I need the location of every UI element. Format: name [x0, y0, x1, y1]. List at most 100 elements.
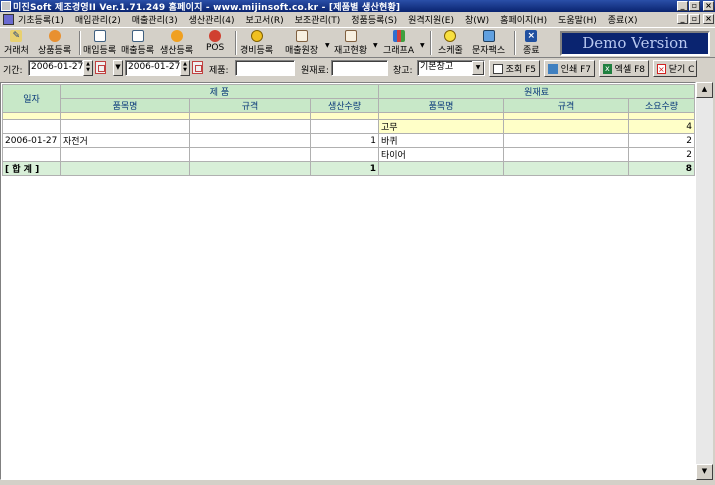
vertical-scrollbar[interactable]: ▲ ▼	[696, 82, 713, 480]
toolbar-separator	[79, 31, 81, 55]
window-controls: _ ▫ ×	[677, 1, 714, 11]
close-icon: ×	[525, 30, 538, 42]
chevron-down-icon[interactable]: ▼	[420, 42, 425, 49]
production-icon	[170, 30, 183, 42]
app-icon	[1, 1, 11, 11]
date-to-spinner[interactable]: ▲ ▼	[180, 60, 190, 76]
document-icon	[131, 30, 144, 42]
purchase-button[interactable]: 매입등록	[83, 30, 116, 56]
warehouse-label: 창고:	[393, 66, 413, 76]
child-minimize-icon[interactable]: _	[677, 14, 688, 24]
expense-button[interactable]: 경비등록	[240, 30, 273, 56]
box-icon	[48, 30, 61, 42]
excel-button[interactable]: x 엑셀 F8	[599, 60, 649, 77]
document-window-icon[interactable]	[3, 13, 14, 25]
cell-material-name: 바퀴	[378, 133, 504, 148]
period-dropdown-icon[interactable]: ▼	[113, 60, 123, 76]
child-window-controls: _ ▫ ×	[677, 14, 714, 24]
date-to-field[interactable]: 2006-01-27	[125, 60, 180, 76]
coin-icon	[250, 30, 263, 42]
calendar-icon[interactable]	[192, 61, 203, 74]
production-grid[interactable]: 일자 제 품 원재료 품목명 규격 생산수량 품목명 규격 소요수량 고무 4 …	[0, 82, 696, 480]
table-row[interactable]	[2, 112, 695, 120]
scroll-down-icon[interactable]: ▼	[696, 464, 713, 480]
table-row[interactable]: 2006-01-27 자전거 1 바퀴 2	[2, 133, 695, 148]
toolbar-separator	[235, 31, 237, 55]
menu-remote[interactable]: 원격지원(E)	[408, 13, 454, 26]
col-header-product-name[interactable]: 품목명	[60, 98, 190, 113]
toolbar-separator	[514, 31, 516, 55]
col-header-material-spec[interactable]: 규격	[503, 98, 629, 113]
menu-report[interactable]: 보고서(R)	[246, 13, 284, 26]
child-restore-icon[interactable]: ▫	[689, 14, 700, 24]
scroll-up-icon[interactable]: ▲	[696, 82, 713, 98]
restore-icon[interactable]: ▫	[689, 1, 700, 11]
schedule-button[interactable]: 스케줄	[438, 30, 463, 56]
col-header-material-name[interactable]: 품목명	[378, 98, 504, 113]
menu-help[interactable]: 도움말(H)	[558, 13, 597, 26]
table-row[interactable]: 고무 4	[2, 119, 695, 134]
cell-date	[2, 119, 61, 134]
title-bar: 미진Soft 제조경영II Ver.1.71.249 홈페이지 - www.mi…	[0, 0, 715, 13]
sales-ledger-button[interactable]: 매출원장	[285, 30, 318, 56]
cell-material-spec	[503, 119, 629, 134]
cell-production-qty	[310, 119, 379, 134]
search-icon	[493, 63, 503, 74]
cell-product-name	[60, 119, 190, 134]
chart-icon	[392, 30, 405, 42]
sales-button[interactable]: 매출등록	[121, 30, 154, 56]
warehouse-select[interactable]: 기본창고 ▼	[417, 60, 485, 76]
product-input[interactable]	[235, 60, 295, 76]
inventory-icon	[344, 30, 357, 42]
chevron-down-icon[interactable]: ▼	[325, 42, 330, 49]
total-row[interactable]: [ 합 계 ] 1 8	[2, 161, 695, 176]
client-button[interactable]: ✎ 거래처	[4, 30, 29, 56]
minimize-icon[interactable]: _	[677, 1, 688, 11]
date-from-spinner[interactable]: ▲ ▼	[83, 60, 93, 76]
sms-fax-button[interactable]: 문자팩스	[472, 30, 505, 56]
col-header-product-spec[interactable]: 규격	[189, 98, 311, 113]
col-header-date[interactable]: 일자	[2, 84, 61, 113]
cell-material-name: 고무	[378, 119, 504, 134]
print-button[interactable]: 인쇄 F7	[544, 60, 595, 77]
menu-sales[interactable]: 매출관리(3)	[132, 13, 178, 26]
menu-aux[interactable]: 보조관리(T)	[295, 13, 341, 26]
menu-window[interactable]: 창(W)	[465, 13, 489, 26]
date-from-field[interactable]: 2006-01-27	[28, 60, 83, 76]
toolbar: ✎ 거래처 상품등록 매입등록 매출등록 생산등록 POS 경비등록 매출원장 …	[0, 27, 715, 58]
table-row[interactable]: 타이어 2	[2, 147, 695, 162]
production-button[interactable]: 생산등록	[160, 30, 193, 56]
exit-button[interactable]: × 종료	[523, 30, 540, 56]
document-icon	[93, 30, 106, 42]
col-header-production-qty[interactable]: 생산수량	[310, 98, 379, 113]
graph-button[interactable]: 그래프A	[383, 30, 414, 56]
material-input[interactable]	[331, 60, 388, 76]
close-button[interactable]: × 닫기 C	[653, 60, 697, 77]
inventory-button[interactable]: 재고현황	[334, 30, 367, 56]
product-button[interactable]: 상품등록	[38, 30, 71, 56]
menu-purchase[interactable]: 매입관리(2)	[75, 13, 121, 26]
menu-register[interactable]: 정품등록(S)	[351, 13, 397, 26]
child-close-icon[interactable]: ×	[703, 14, 714, 24]
col-header-required-qty[interactable]: 소요수량	[628, 98, 695, 113]
cell-date: 2006-01-27	[2, 133, 61, 148]
cell-required-qty: 2	[628, 133, 695, 148]
pos-button[interactable]: POS	[206, 30, 224, 56]
cell-production-qty: 1	[310, 133, 379, 148]
chevron-down-icon[interactable]: ▼	[472, 61, 484, 75]
total-label: [ 합 계 ]	[2, 161, 61, 176]
search-button[interactable]: 조회 F5	[489, 60, 540, 77]
product-label: 제품:	[209, 66, 229, 76]
menu-exit[interactable]: 종료(X)	[608, 13, 638, 26]
menu-production[interactable]: 생산관리(4)	[189, 13, 235, 26]
chevron-down-icon[interactable]: ▼	[373, 42, 378, 49]
excel-icon: x	[603, 63, 612, 74]
calendar-icon[interactable]	[95, 61, 106, 74]
cell-material-spec	[503, 133, 629, 148]
menu-homepage[interactable]: 홈페이지(H)	[500, 13, 547, 26]
filter-bar: 기간: 2006-01-27 ▲ ▼ ▼ 2006-01-27 ▲ ▼ 제품: 원재…	[0, 58, 715, 78]
pos-icon	[209, 30, 222, 42]
menu-basic[interactable]: 기초등록(1)	[18, 13, 64, 26]
close-icon[interactable]: ×	[703, 1, 714, 11]
demo-version-banner: Demo Version	[560, 31, 710, 56]
